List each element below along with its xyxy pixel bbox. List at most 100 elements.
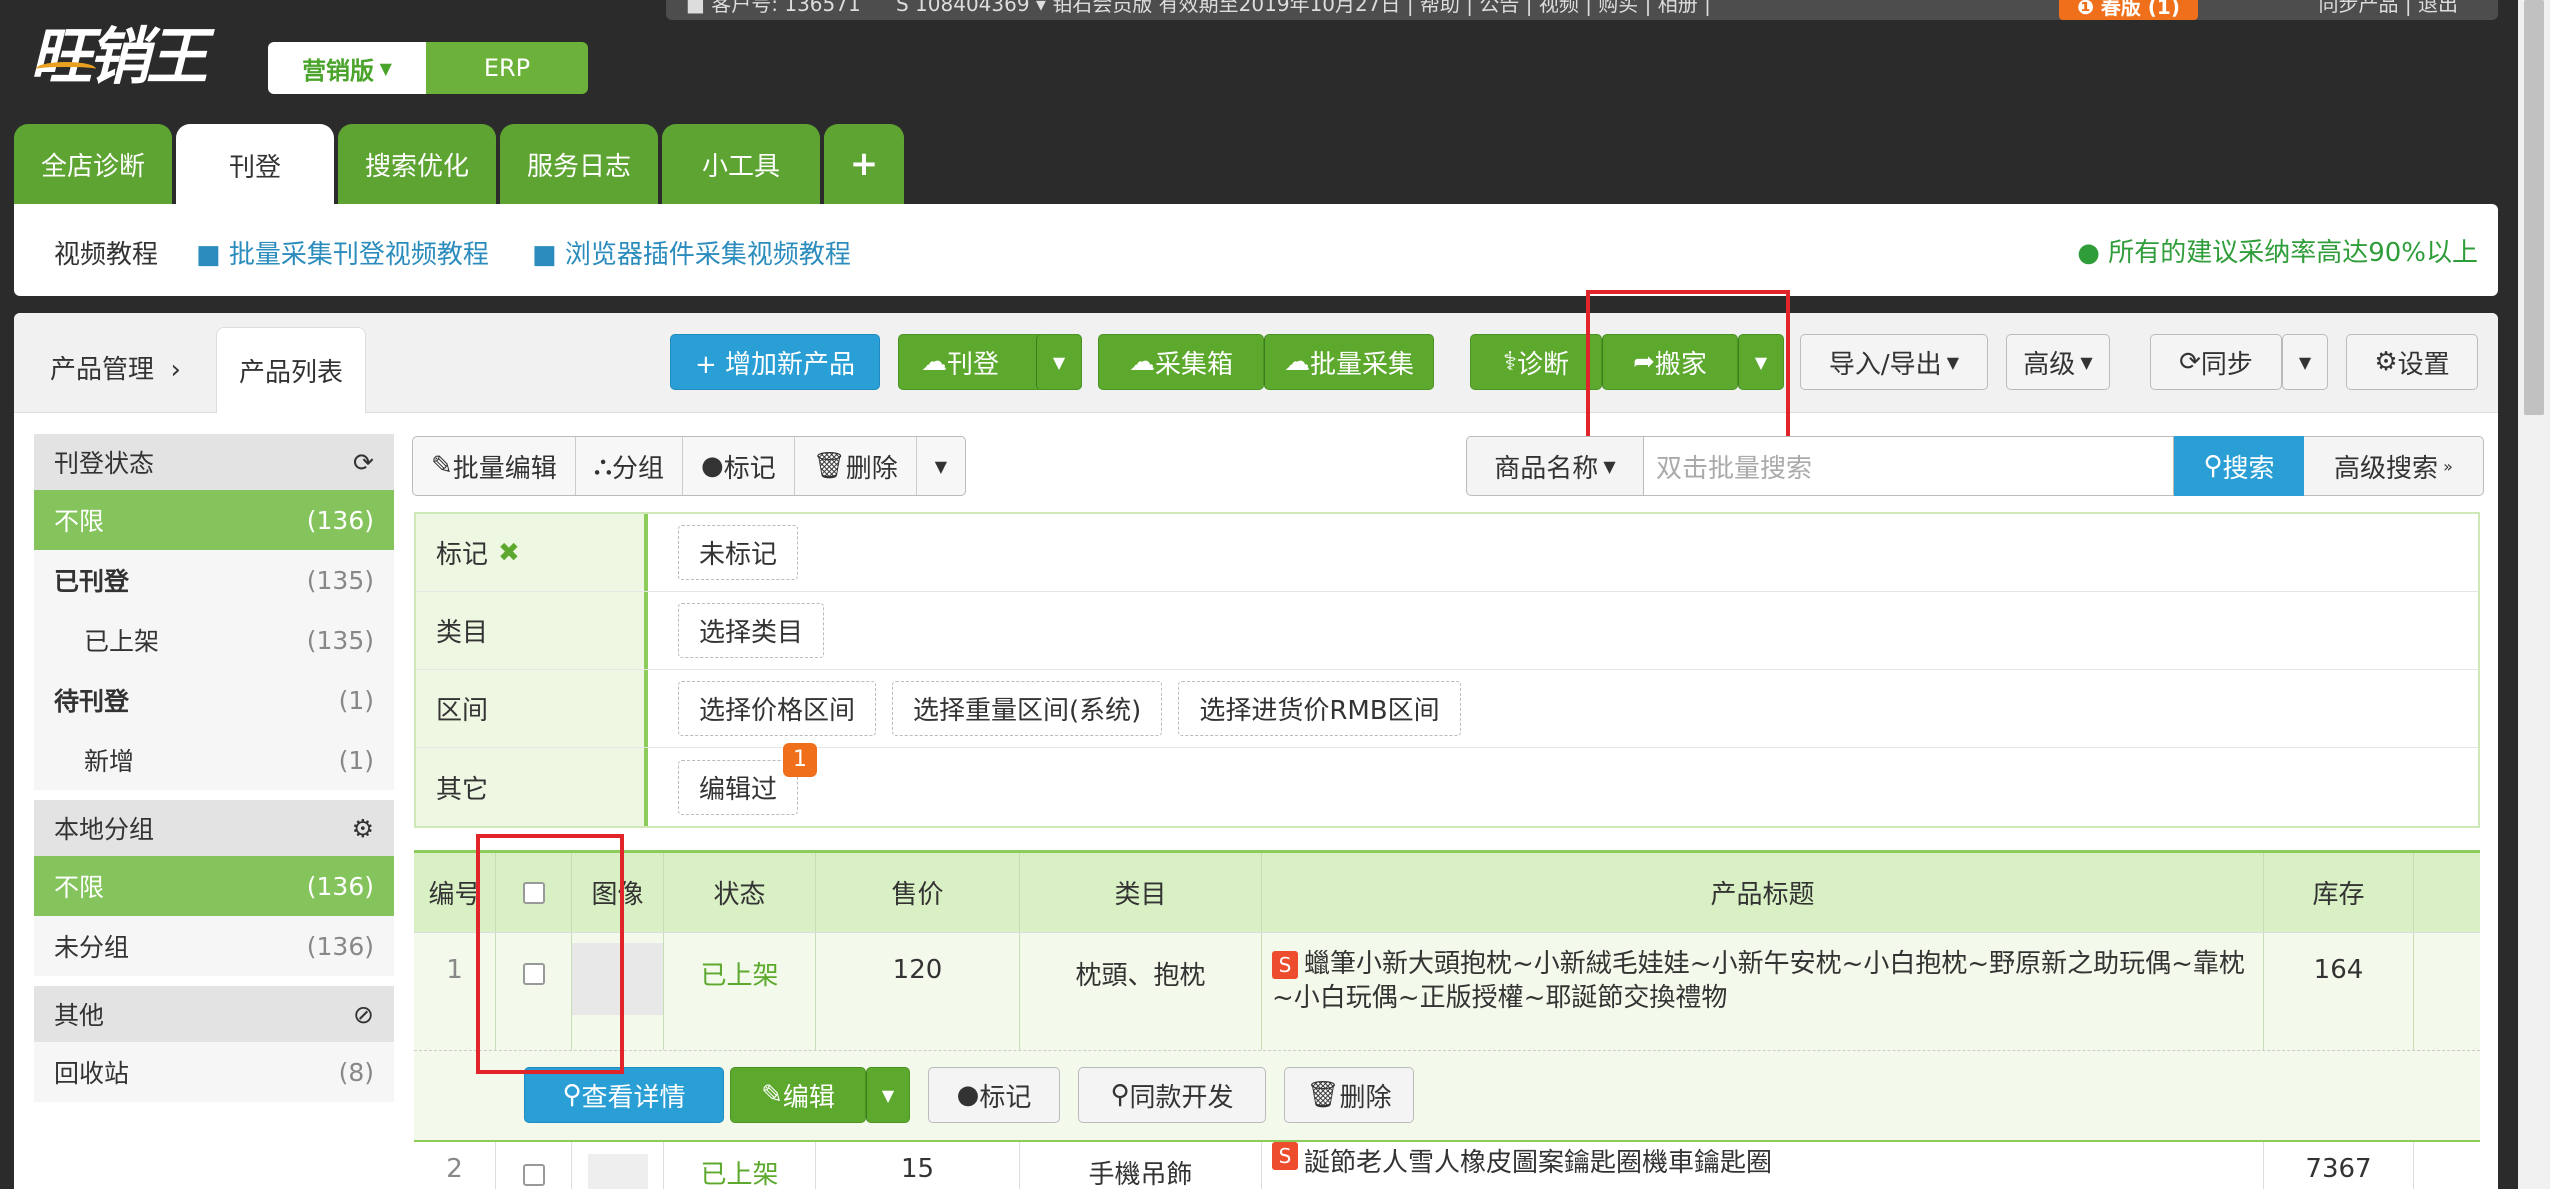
account-info: ■ 客户号: 136571 (686, 0, 861, 16)
sidebar-item-published[interactable]: 已刊登 (135) (34, 550, 394, 610)
advanced-search-button[interactable]: 高级搜索 » (2304, 436, 2484, 496)
sidebar-item-ungrouped[interactable]: 未分组 (136) (34, 916, 394, 976)
refresh-icon[interactable]: ⟳ (353, 448, 374, 477)
batch-collect-button[interactable]: ☁ 批量采集 (1264, 334, 1434, 390)
top-right-links[interactable]: 同步产品 | 退出 (2319, 0, 2458, 14)
row-edit-button[interactable]: ✎ 编辑 (730, 1067, 866, 1123)
bulk-action-toolbar: ✎ 批量编辑 ⛬ 分组 ● 标记 🗑 删除 ▼ (412, 436, 967, 496)
sidebar-item-group-all[interactable]: 不限 (136) (34, 856, 394, 916)
sync-dropdown[interactable]: ▼ (2282, 334, 2328, 390)
edit-icon: ✎ (431, 451, 453, 481)
video-tutorial-bar: 视频教程 ■ 批量采集刊登视频教程 ■ 浏览器插件采集视频教程 ● 所有的建议采… (14, 204, 2498, 296)
breadcrumb-parent[interactable]: 产品管理 › (50, 349, 181, 386)
stethoscope-icon: ⚕ (1502, 347, 1518, 377)
gear-icon[interactable]: ⚙ (352, 814, 374, 843)
filter-label-range: 区间 (416, 670, 648, 747)
edit-icon: ✎ (761, 1080, 783, 1110)
ban-icon: ⊘ (353, 999, 374, 1029)
row-category: 手機吊飾 (1020, 1142, 1262, 1189)
breadcrumb-current[interactable]: 产品列表 (216, 327, 366, 413)
search-button[interactable]: ⚲ 搜索 (2174, 436, 2304, 496)
cloud-download-icon: ☁ (1128, 347, 1155, 377)
page-scrollbar[interactable] (2518, 0, 2550, 1189)
tab-store-diagnosis[interactable]: 全店诊断 (14, 124, 172, 204)
product-table: 编号 图像 状态 售价 类目 产品标题 库存 1 已上架 120 枕頭、抱枕 S… (414, 850, 2480, 1189)
highlight-box-checkbox (476, 834, 624, 1074)
row-mark-button[interactable]: ● 标记 (928, 1067, 1060, 1123)
video-icon: ■ (532, 240, 565, 270)
row-image-cell (572, 1142, 664, 1189)
shop-info: S 108404369 ▾ 铂石会员版 有效期至2019年10月27日 | 帮助… (896, 0, 1711, 16)
scrollbar-thumb[interactable] (2524, 0, 2544, 415)
sync-button[interactable]: ⟳ 同步 (2150, 334, 2282, 390)
row-price: 120 (816, 933, 1020, 1050)
tag-icon: ● (701, 451, 724, 481)
marketing-edition-button[interactable]: 营销版 ▼ (268, 42, 426, 94)
sidebar-item-listed[interactable]: 已上架 (135) (34, 610, 394, 670)
import-export-button[interactable]: 导入/导出 ▼ (1800, 334, 1988, 390)
row-price: 15 (816, 1142, 1020, 1189)
filter-unmarked[interactable]: 未标记 (678, 525, 799, 580)
filter-label-other: 其它 (416, 748, 648, 826)
bulk-edit-button[interactable]: ✎ 批量编辑 (413, 437, 576, 495)
erp-button[interactable]: ERP (426, 42, 588, 94)
filter-cost-range[interactable]: 选择进货价RMB区间 (1178, 681, 1461, 736)
mark-button[interactable]: ● 标记 (683, 437, 795, 495)
delete-button[interactable]: 🗑 删除 (795, 437, 917, 495)
sidebar-heading-status: 刊登状态 ⟳ (34, 434, 394, 490)
version-badge[interactable]: ❶ 春版 (1) (2058, 0, 2198, 20)
tab-add[interactable]: + (824, 124, 904, 204)
filter-select-category[interactable]: 选择类目 (678, 603, 825, 658)
tab-publish[interactable]: 刊登 (176, 124, 334, 206)
sitemap-icon: ⛬ (593, 450, 613, 481)
view-details-button[interactable]: ⚲ 查看详情 (524, 1067, 724, 1123)
row-status: 已上架 (664, 1142, 816, 1189)
caret-down-icon: ▼ (881, 1085, 895, 1105)
row-title[interactable]: S 誕節老人雪人橡皮圖案鑰匙圈機車鑰匙圈 (1262, 1142, 2264, 1189)
table-row[interactable]: 1 已上架 120 枕頭、抱枕 S 蠟筆小新大頭抱枕~小新絨毛娃娃~小新午安枕~小… (414, 932, 2480, 1050)
row-actions: ⚲ 查看详情 ✎ 编辑 ▼ ● 标记 ⚲ 同款开发 🗑 删除 (414, 1050, 2480, 1142)
mode-switch[interactable]: 营销版 ▼ ERP (268, 42, 588, 94)
search-input[interactable]: 双击批量搜索 (1644, 436, 2174, 496)
filter-edited[interactable]: 编辑过 1 (678, 742, 818, 815)
sidebar-item-recycle[interactable]: 回收站 (8) (34, 1042, 394, 1102)
video-link-batch-collect[interactable]: ■ 批量采集刊登视频教程 (196, 234, 489, 271)
sidebar: 刊登状态 ⟳ 不限 (136) 已刊登 (135) 已上架 (135) 待刊登 (1) 新… (34, 434, 394, 1102)
publish-dropdown[interactable]: ▼ (1036, 334, 1082, 390)
collect-box-button[interactable]: ☁ 采集箱 (1098, 334, 1264, 390)
filter-weight-range[interactable]: 选择重量区间(系统) (892, 681, 1163, 736)
row-edit-dropdown[interactable]: ▼ (866, 1067, 910, 1123)
video-label: 视频教程 (54, 240, 159, 270)
sidebar-item-status-all[interactable]: 不限 (136) (34, 490, 394, 550)
tab-tools[interactable]: 小工具 (662, 124, 820, 204)
row-checkbox-cell[interactable] (496, 1142, 572, 1189)
similar-dev-button[interactable]: ⚲ 同款开发 (1078, 1067, 1266, 1123)
tab-search-optimization[interactable]: 搜索优化 (338, 124, 496, 204)
sidebar-item-pending[interactable]: 待刊登 (1) (34, 670, 394, 730)
caret-down-icon: ▼ (1052, 352, 1066, 372)
settings-button[interactable]: ⚙ 设置 (2346, 334, 2478, 390)
product-thumbnail[interactable] (587, 1154, 648, 1189)
diagnose-button[interactable]: ⚕ 诊断 (1470, 334, 1602, 390)
advanced-button[interactable]: 高级 ▼ (2006, 334, 2110, 390)
row-stock: 164 (2264, 933, 2414, 1050)
row-delete-button[interactable]: 🗑 删除 (1284, 1067, 1414, 1123)
row-number: 2 (414, 1142, 496, 1189)
row-checkbox[interactable] (522, 1164, 545, 1186)
search-group: 商品名称 ▼ 双击批量搜索 ⚲ 搜索 高级搜索 » (1466, 436, 2484, 496)
filter-price-range[interactable]: 选择价格区间 (678, 681, 877, 736)
col-stock: 库存 (2264, 853, 2414, 932)
sidebar-item-new[interactable]: 新增 (1) (34, 730, 394, 790)
group-button[interactable]: ⛬ 分组 (576, 437, 684, 495)
bulk-more-dropdown[interactable]: ▼ (917, 437, 965, 495)
search-icon: ⚲ (2203, 451, 2223, 481)
row-status: 已上架 (664, 933, 816, 1050)
clear-icon[interactable]: ✖ (498, 538, 520, 568)
refresh-icon: ⟳ (2179, 347, 2201, 377)
row-title[interactable]: S 蠟筆小新大頭抱枕~小新絨毛娃娃~小新午安枕~小白抱枕~野原新之助玩偶~靠枕~小… (1262, 933, 2264, 1050)
video-link-plugin[interactable]: ■ 浏览器插件采集视频教程 (532, 234, 851, 271)
search-field-select[interactable]: 商品名称 ▼ (1466, 436, 1644, 496)
table-row[interactable]: 2 已上架 15 手機吊飾 S 誕節老人雪人橡皮圖案鑰匙圈機車鑰匙圈 7367 (414, 1142, 2480, 1189)
add-product-button[interactable]: + 增加新产品 (670, 334, 880, 390)
tab-service-log[interactable]: 服务日志 (500, 124, 658, 204)
